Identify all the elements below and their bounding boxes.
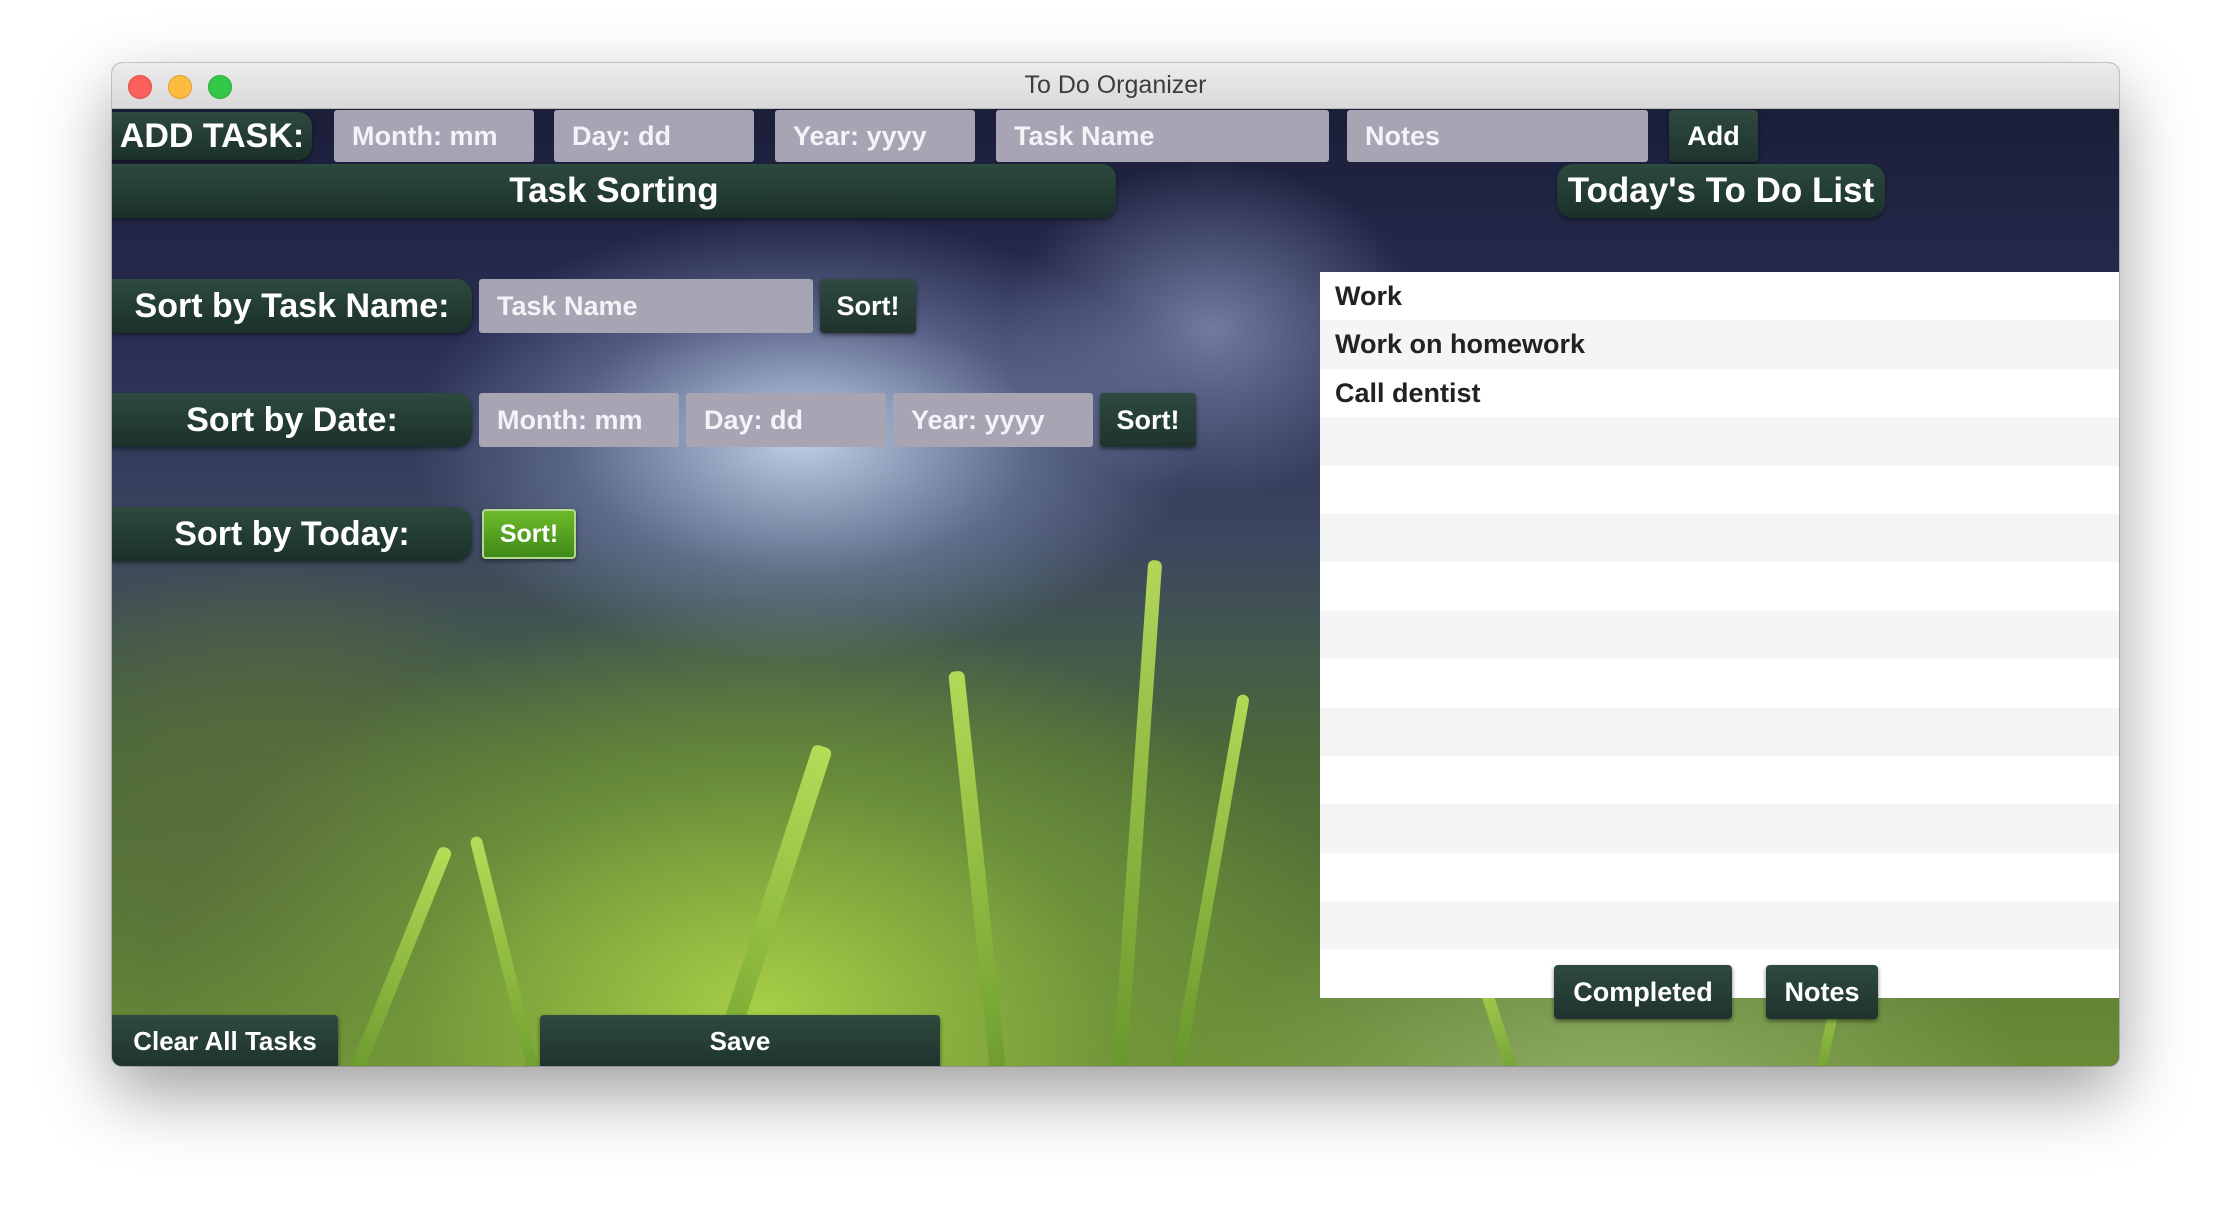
list-item[interactable] (1320, 756, 2119, 804)
list-item[interactable] (1320, 707, 2119, 756)
notes-button[interactable]: Notes (1766, 965, 1878, 1019)
sort-task-name-field[interactable] (479, 279, 813, 333)
sort-by-today-button[interactable]: Sort! (482, 509, 576, 559)
save-button[interactable]: Save (540, 1015, 940, 1066)
window-title: To Do Organizer (1024, 71, 1207, 99)
clear-all-tasks-button[interactable]: Clear All Tasks (112, 1015, 338, 1066)
list-item[interactable] (1320, 901, 2119, 950)
list-item[interactable] (1320, 610, 2119, 660)
add-year-field[interactable] (775, 110, 975, 162)
list-item[interactable]: Call dentist (1320, 369, 2119, 417)
sort-by-today-label: Sort by Today: (112, 507, 472, 561)
sort-month-field[interactable] (479, 393, 679, 447)
add-month-field[interactable] (334, 110, 534, 162)
list-item[interactable] (1320, 513, 2119, 563)
add-notes-field[interactable] (1347, 110, 1648, 162)
list-item[interactable] (1320, 466, 2119, 514)
list-item[interactable] (1320, 804, 2119, 853)
sort-by-name-button[interactable]: Sort! (820, 279, 916, 333)
sort-year-field[interactable] (893, 393, 1093, 447)
list-item[interactable] (1320, 417, 2119, 466)
app-window: To Do Organizer ADD TASK: Add Task Sorti… (112, 63, 2119, 1066)
sort-by-date-button[interactable]: Sort! (1100, 393, 1196, 447)
task-sorting-header: Task Sorting (112, 164, 1116, 218)
app-content: ADD TASK: Add Task Sorting Today's To Do… (112, 109, 2119, 1066)
add-task-label: ADD TASK: (112, 112, 312, 160)
todays-list-header: Today's To Do List (1557, 164, 1885, 218)
add-task-name-field[interactable] (996, 110, 1329, 162)
sort-by-date-label: Sort by Date: (112, 393, 472, 447)
sort-day-field[interactable] (686, 393, 886, 447)
todays-task-list[interactable]: Work Work on homework Call dentist (1320, 272, 2119, 998)
add-task-button[interactable]: Add (1669, 110, 1758, 162)
list-item[interactable] (1320, 562, 2119, 610)
sort-by-name-label: Sort by Task Name: (112, 279, 472, 333)
list-item[interactable] (1320, 659, 2119, 707)
list-item[interactable] (1320, 853, 2119, 901)
add-day-field[interactable] (554, 110, 754, 162)
title-bar: To Do Organizer (112, 63, 2119, 109)
completed-button[interactable]: Completed (1554, 965, 1732, 1019)
list-item[interactable]: Work (1320, 272, 2119, 320)
list-item[interactable]: Work on homework (1320, 320, 2119, 369)
